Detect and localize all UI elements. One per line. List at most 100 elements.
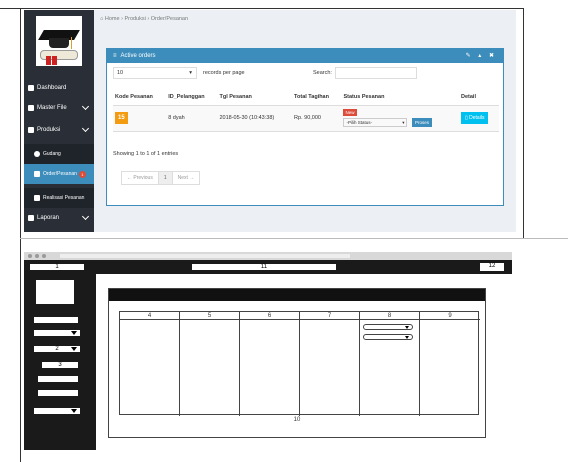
sidebar-item-label: Gudang	[43, 151, 61, 157]
status-select-value: -Pilih Status-	[346, 120, 372, 125]
wireframe-side-dropdown	[34, 408, 80, 414]
active-orders-panel: ≡ Active orders ✎ ▴ ✖ 10 ▾ records per p…	[106, 48, 504, 206]
order-code-badge: 15	[115, 112, 128, 124]
window-dot	[42, 254, 46, 258]
folder-icon	[28, 127, 34, 133]
sidebar-item-order-pesanan[interactable]: Order/Pesanan 1	[24, 164, 94, 184]
wireframe-label-2: 2	[34, 346, 80, 352]
wireframe-side-item	[34, 317, 78, 323]
panel-title: Active orders	[120, 53, 156, 59]
chevron-down-icon	[81, 212, 90, 221]
wireframe-label-11: 11	[192, 264, 336, 270]
browser-bar	[24, 252, 512, 260]
window-dot	[28, 254, 32, 258]
pagination-next[interactable]: Next →	[173, 172, 200, 184]
frame-line-left	[20, 8, 21, 462]
list-icon: ≡	[113, 53, 117, 59]
column-header[interactable]: Kode Pesanan	[113, 89, 167, 106]
cell-kode: 15	[113, 105, 167, 132]
sidebar-item-laporan[interactable]: Laporan	[24, 208, 94, 228]
graduation-logo	[36, 16, 82, 66]
breadcrumb-produksi[interactable]: Produksi	[124, 16, 145, 22]
eye-icon	[34, 151, 40, 157]
file-icon: ▯	[465, 115, 468, 121]
wireframe-label-9: 9	[420, 312, 480, 320]
sidebar-item-produksi[interactable]: Produksi	[24, 120, 94, 140]
cell-status: New -Pilih Status- ▾ Proses	[341, 105, 459, 132]
main-content: ⌂ Home › Produksi › Order/Pesanan ≡ Acti…	[94, 10, 516, 232]
frame-line-top	[0, 8, 524, 9]
wireframe-label-1: 1	[30, 264, 84, 270]
pagination-previous[interactable]: ← Previous	[122, 172, 159, 184]
app-screenshot: Dashboard Master File Produksi Gudang Or…	[24, 10, 516, 232]
breadcrumb-home[interactable]: Home	[105, 16, 120, 22]
triangle-down-icon	[71, 331, 77, 335]
wireframe-side-item	[38, 376, 78, 382]
sidebar-item-label: Master File	[37, 105, 67, 111]
page-size-select[interactable]: 10 ▾	[113, 67, 197, 79]
window-dot	[35, 254, 39, 258]
panel-tools[interactable]: ✎ ▴ ✖	[466, 52, 497, 59]
wireframe-main: 4 5 6 7 8 9 10	[96, 274, 512, 450]
pagination-page[interactable]: 1	[158, 172, 173, 184]
wireframe-dropdown	[363, 334, 413, 340]
wireframe-label-10: 10	[293, 417, 301, 423]
wireframe-label-7: 7	[300, 312, 359, 320]
wireframe-label-5: 5	[180, 312, 239, 320]
wireframe-table: 4 5 6 7 8 9	[119, 311, 480, 416]
cell-tgl-pesanan: 2018-05-30 (10:43:38)	[217, 105, 293, 132]
column-header[interactable]: Status Pesanan	[341, 89, 459, 106]
proses-button[interactable]: Proses	[412, 118, 433, 127]
wireframe-column: 8	[360, 312, 420, 416]
wireframe-panel: 4 5 6 7 8 9 10	[108, 288, 486, 438]
column-header[interactable]: Tgl Pesanan	[217, 89, 293, 106]
sidebar-item-master-file[interactable]: Master File	[24, 98, 94, 118]
wireframe-dropdown	[363, 324, 413, 330]
triangle-down-icon	[405, 326, 409, 329]
page: Dashboard Master File Produksi Gudang Or…	[0, 0, 568, 462]
wireframe-label-6: 6	[240, 312, 299, 320]
search-label: Search:	[313, 70, 332, 76]
sidebar-item-label: Laporan	[37, 215, 60, 221]
sidebar-item-realisasi-pesanan[interactable]: Realisasi Pesanan	[24, 188, 94, 208]
column-header[interactable]: Detail	[459, 89, 499, 106]
cell-detail: ▯ Details	[459, 105, 499, 132]
sidebar-item-gudang[interactable]: Gudang	[24, 144, 94, 164]
page-size-value: 10	[117, 70, 124, 76]
notification-badge: 1	[78, 170, 86, 178]
status-select[interactable]: -Pilih Status- ▾	[343, 118, 408, 127]
status-badge: New	[343, 109, 357, 116]
records-per-page-label: records per page	[203, 70, 245, 76]
wireframe-column: 4	[120, 312, 180, 416]
breadcrumb: ⌂ Home › Produksi › Order/Pesanan	[100, 16, 188, 22]
table-header-row: Kode Pesanan ID_Pelanggan Tgl Pesanan To…	[113, 89, 499, 106]
chevron-down-icon	[81, 102, 90, 111]
wireframe-label-12: 12	[480, 263, 504, 271]
wireframe-column: 6	[240, 312, 300, 416]
wireframe-label-3: 3	[42, 362, 78, 368]
sidebar-item-label: Realisasi Pesanan	[43, 195, 85, 201]
dashboard-icon	[28, 85, 34, 91]
table-controls: 10 ▾ records per page Search:	[113, 67, 499, 81]
url-bar	[60, 254, 350, 258]
wireframe-side-item	[38, 390, 78, 396]
caret-down-icon: ▾	[402, 120, 405, 125]
wireframe-label-4: 4	[120, 312, 179, 320]
triangle-down-icon	[71, 347, 77, 351]
search-input[interactable]	[335, 67, 417, 79]
wireframe-panel-header	[109, 289, 485, 301]
details-button[interactable]: ▯ Details	[461, 112, 489, 124]
details-label: Details	[469, 115, 485, 121]
breadcrumb-separator: ›	[121, 16, 123, 22]
triangle-down-icon	[71, 409, 77, 413]
ribbon	[46, 56, 51, 65]
column-header[interactable]: Total Tagihan	[292, 89, 342, 106]
column-header[interactable]: ID_Pelanggan	[166, 89, 218, 106]
orders-table: Kode Pesanan ID_Pelanggan Tgl Pesanan To…	[113, 89, 499, 132]
sidebar-item-dashboard[interactable]: Dashboard	[24, 78, 94, 98]
cart-icon	[34, 171, 40, 177]
home-icon: ⌂	[100, 16, 104, 22]
sidebar: Dashboard Master File Produksi Gudang Or…	[24, 10, 94, 232]
wireframe-label-text: 2	[55, 346, 59, 352]
breadcrumb-current: Order/Pesanan	[150, 16, 189, 22]
